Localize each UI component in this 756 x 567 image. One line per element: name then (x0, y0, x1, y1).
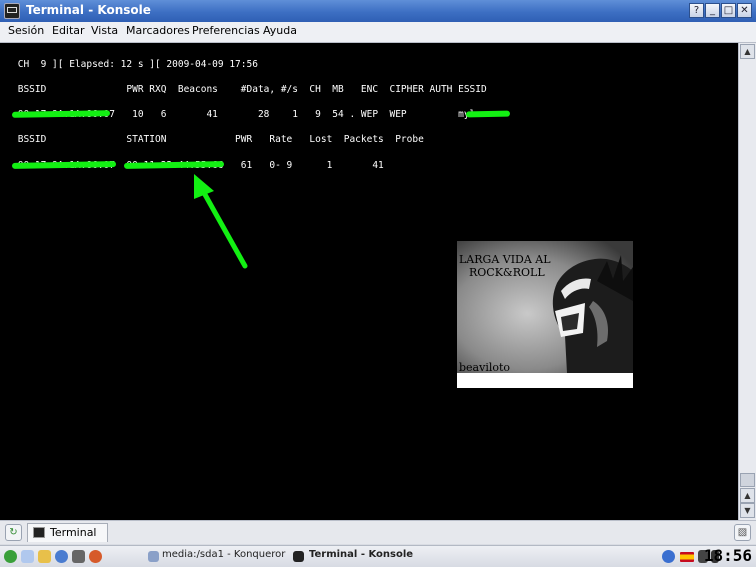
menu-ayuda[interactable]: Ayuda (263, 24, 297, 37)
scroll-down-button[interactable]: ▼ (740, 503, 755, 518)
menu-sesion[interactable]: Sesión (8, 24, 44, 37)
menu-preferencias[interactable]: Preferencias (192, 24, 260, 37)
browser-icon[interactable] (55, 550, 68, 563)
kmenu-icon[interactable] (4, 550, 17, 563)
konqueror-task-icon (148, 551, 159, 562)
banner-signature: beaviloto (459, 361, 511, 374)
minimize-button[interactable]: _ (705, 3, 720, 18)
scroll-up-button[interactable]: ▲ (740, 44, 755, 59)
window-title: Terminal - Konsole (26, 3, 151, 17)
menu-vista[interactable]: Vista (91, 24, 118, 37)
banner-slogan-line1: LARGA VIDA AL (459, 253, 551, 266)
task-konsole[interactable]: Terminal - Konsole (309, 549, 413, 560)
spain-flag-keyboard-icon[interactable] (680, 552, 694, 562)
scroll-up-lower-button[interactable]: ▲ (740, 488, 755, 503)
close-button[interactable]: ✕ (737, 3, 752, 18)
terminal-output[interactable]: CH 9 ][ Elapsed: 12 s ][ 2009-04-09 17:5… (0, 43, 738, 520)
tab-terminal[interactable]: Terminal (27, 523, 108, 542)
help-button[interactable]: ? (689, 3, 704, 18)
window-titlebar[interactable]: Terminal - Konsole ? _ □ ✕ (0, 0, 756, 22)
menu-marcadores[interactable]: Marcadores (126, 24, 190, 37)
terminal-scrollbar[interactable]: ▲ ▲ ▼ (738, 43, 756, 520)
desktop-icon[interactable] (38, 550, 51, 563)
banner-slogan-line2: ROCK&ROLL (469, 266, 545, 279)
konsole-window-icon[interactable] (4, 3, 20, 19)
tab-terminal-label: Terminal (50, 526, 97, 539)
network-tray-icon[interactable] (662, 550, 675, 563)
firefox-icon[interactable] (89, 550, 102, 563)
scrollbar-thumb[interactable] (740, 473, 755, 487)
system-taskbar: media:/sda1 - Konqueror Terminal - Konso… (0, 545, 756, 567)
terminal-icon (33, 527, 45, 538)
session-tab-bar: ↻ Terminal ▧ (0, 520, 756, 544)
konsole-task-icon (293, 551, 304, 562)
home-folder-icon[interactable] (21, 550, 34, 563)
menu-bar: Sesión Editar Vista Marcadores Preferenc… (0, 22, 756, 43)
rock-roll-banner-image: LARGA VIDA AL ROCK&ROLL beaviloto (457, 241, 633, 388)
taskbar-clock[interactable]: 18:56 (704, 546, 752, 566)
menu-editar[interactable]: Editar (52, 24, 85, 37)
maximize-button[interactable]: □ (721, 3, 736, 18)
task-konqueror[interactable]: media:/sda1 - Konqueror (162, 549, 285, 560)
terminal-launcher-icon[interactable] (72, 550, 85, 563)
new-session-icon[interactable]: ↻ (5, 524, 22, 541)
close-session-icon[interactable]: ▧ (734, 524, 751, 541)
